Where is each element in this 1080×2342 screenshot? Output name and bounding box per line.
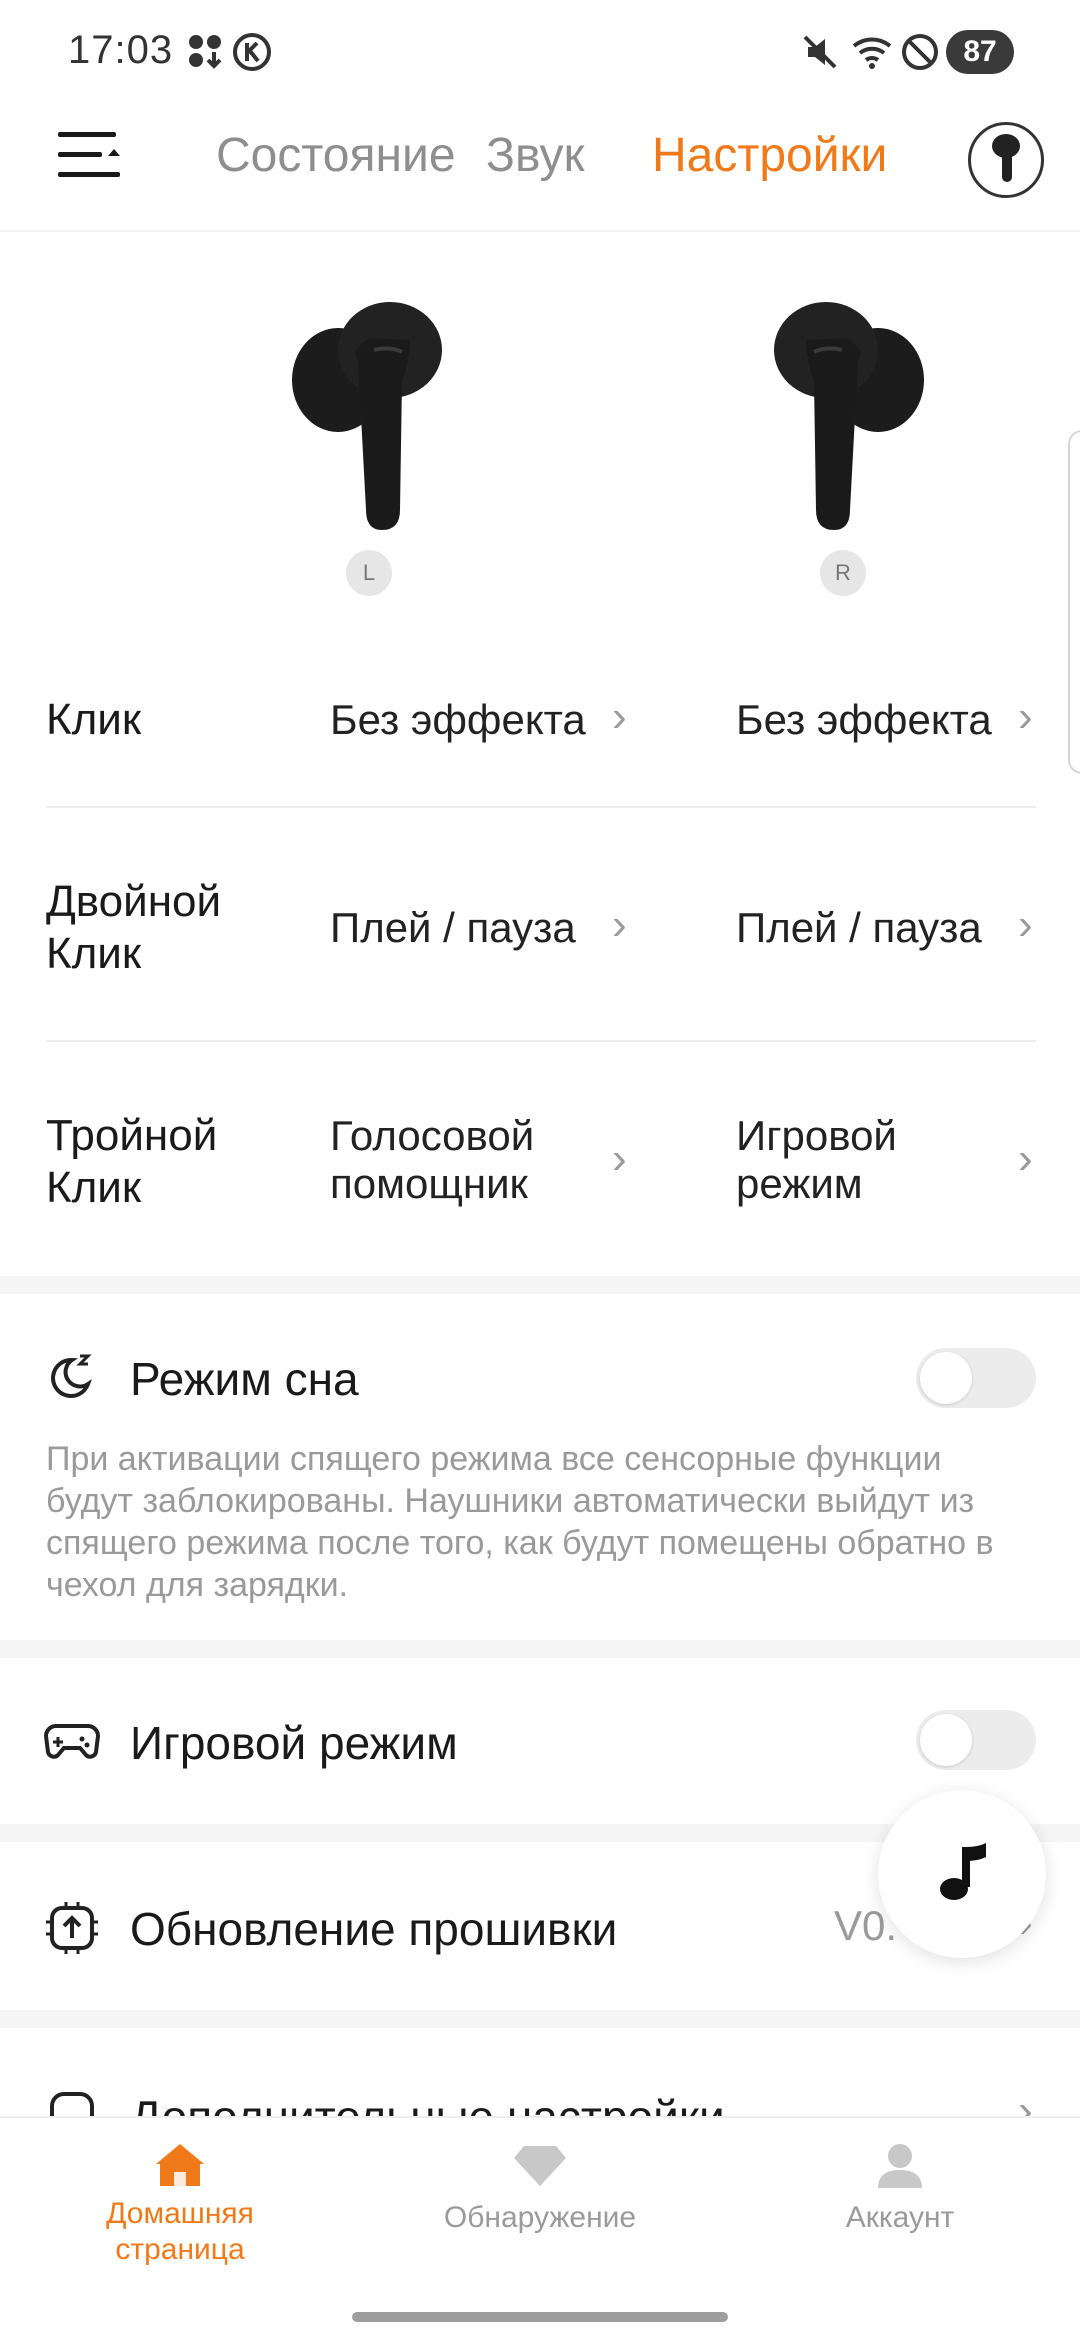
sleep-mode-title: Режим сна (130, 1353, 359, 1405)
gesture-click-right-value[interactable]: Без эффекта (736, 696, 992, 744)
section-separator (0, 1640, 1080, 1658)
home-indicator[interactable] (352, 2312, 728, 2322)
gesture-double-click-label-line2: Клик (46, 929, 142, 978)
gesture-double-click-label: Двойной Клик (46, 876, 221, 980)
firmware-update-title[interactable]: Обновление прошивки (130, 1902, 617, 1956)
gesture-click-label: Клик (46, 695, 142, 744)
nav-discover[interactable]: Обнаружение (390, 2142, 690, 2236)
tab-sound[interactable]: Звук (486, 128, 584, 183)
moon-icon (51, 1354, 92, 1398)
toggle-knob (920, 1714, 972, 1766)
diamond-icon (514, 2146, 566, 2186)
wifi-icon (852, 37, 892, 69)
gesture-click-left-value[interactable]: Без эффекта (330, 696, 586, 744)
nav-account-label: Аккаунт (845, 2201, 955, 2234)
sleep-mode-toggle[interactable] (916, 1348, 1036, 1408)
status-bar: 17:03 87 (0, 0, 1080, 100)
nav-account[interactable]: Аккаунт (750, 2142, 1050, 2236)
earbud-icon (992, 134, 1020, 182)
game-mode-title: Игровой режим (130, 1717, 458, 1769)
advanced-settings-row[interactable]: Дополнительные настройки › (0, 2028, 1080, 2116)
game-mode-toggle[interactable] (916, 1710, 1036, 1770)
chevron-right-icon[interactable]: › (612, 900, 627, 950)
nav-home-label-line1: Домашняя (106, 2197, 254, 2230)
battery-indicator: 87 (946, 30, 1014, 74)
chevron-right-icon[interactable]: › (612, 1134, 627, 1184)
section-separator (0, 2010, 1080, 2028)
nav-home-label-line2: страница (115, 2233, 245, 2266)
gesture-triple-click-left-line2: помощник (330, 1160, 528, 1207)
gesture-double-click-right-value[interactable]: Плей / пауза (736, 904, 982, 952)
music-fab-button[interactable] (878, 1790, 1046, 1958)
row-divider (46, 1040, 1036, 1042)
gesture-triple-click-left-value[interactable]: Голосовой помощник (330, 1112, 534, 1208)
scroll-handle[interactable] (1068, 430, 1080, 774)
do-not-disturb-icon (902, 34, 938, 70)
notification-apps-icon (189, 35, 222, 69)
gesture-double-click-label-line1: Двойной (46, 877, 222, 926)
firmware-update-icon (46, 1902, 98, 1954)
gesture-triple-click-label: Тройной Клик (46, 1110, 217, 1214)
section-separator (0, 1276, 1080, 1294)
mute-icon (803, 35, 837, 69)
right-earbud-image (774, 302, 924, 530)
home-icon (156, 2144, 204, 2186)
gamepad-icon (44, 1724, 100, 1759)
advanced-settings-title: Дополнительные настройки (130, 2090, 725, 2116)
bottom-navigation: Домашняя страница Обнаружение Аккаунт (0, 2116, 1080, 2342)
gesture-triple-click-left-line1: Голосовой (330, 1112, 535, 1159)
sleep-mode-description: При активации спящего режима все сенсорн… (46, 1440, 994, 1604)
gesture-triple-click-label-line2: Клик (46, 1163, 142, 1212)
nav-home[interactable]: Домашняя страница (30, 2142, 330, 2268)
gesture-triple-click-right-value[interactable]: Игровой режим (736, 1112, 897, 1208)
gesture-triple-click-right-line1: Игровой (736, 1112, 897, 1159)
chevron-right-icon[interactable]: › (1018, 692, 1033, 742)
music-note-icon (940, 1843, 986, 1900)
gesture-double-click-left-value[interactable]: Плей / пауза (330, 904, 576, 952)
status-time: 17:03 (68, 28, 174, 72)
tab-settings[interactable]: Настройки (652, 128, 887, 183)
right-earbud-label: R (820, 550, 866, 596)
row-divider (46, 806, 1036, 808)
left-earbud-image (292, 302, 442, 530)
k-badge-icon (233, 33, 271, 71)
chevron-right-icon[interactable]: › (1018, 900, 1033, 950)
toggle-knob (920, 1352, 972, 1404)
left-earbud-label: L (346, 550, 392, 596)
header-divider (0, 230, 1080, 232)
user-icon (878, 2144, 922, 2188)
device-avatar[interactable] (968, 122, 1044, 198)
chevron-right-icon[interactable]: › (612, 692, 627, 742)
gesture-triple-click-label-line1: Тройной (46, 1111, 218, 1160)
gesture-triple-click-right-line2: режим (736, 1160, 863, 1207)
menu-icon[interactable] (58, 130, 122, 180)
settings-icon (50, 2092, 94, 2116)
tab-status[interactable]: Состояние (216, 128, 456, 183)
chevron-right-icon[interactable]: › (1018, 2086, 1033, 2116)
nav-discover-label: Обнаружение (443, 2201, 637, 2234)
chevron-right-icon[interactable]: › (1018, 1134, 1033, 1184)
